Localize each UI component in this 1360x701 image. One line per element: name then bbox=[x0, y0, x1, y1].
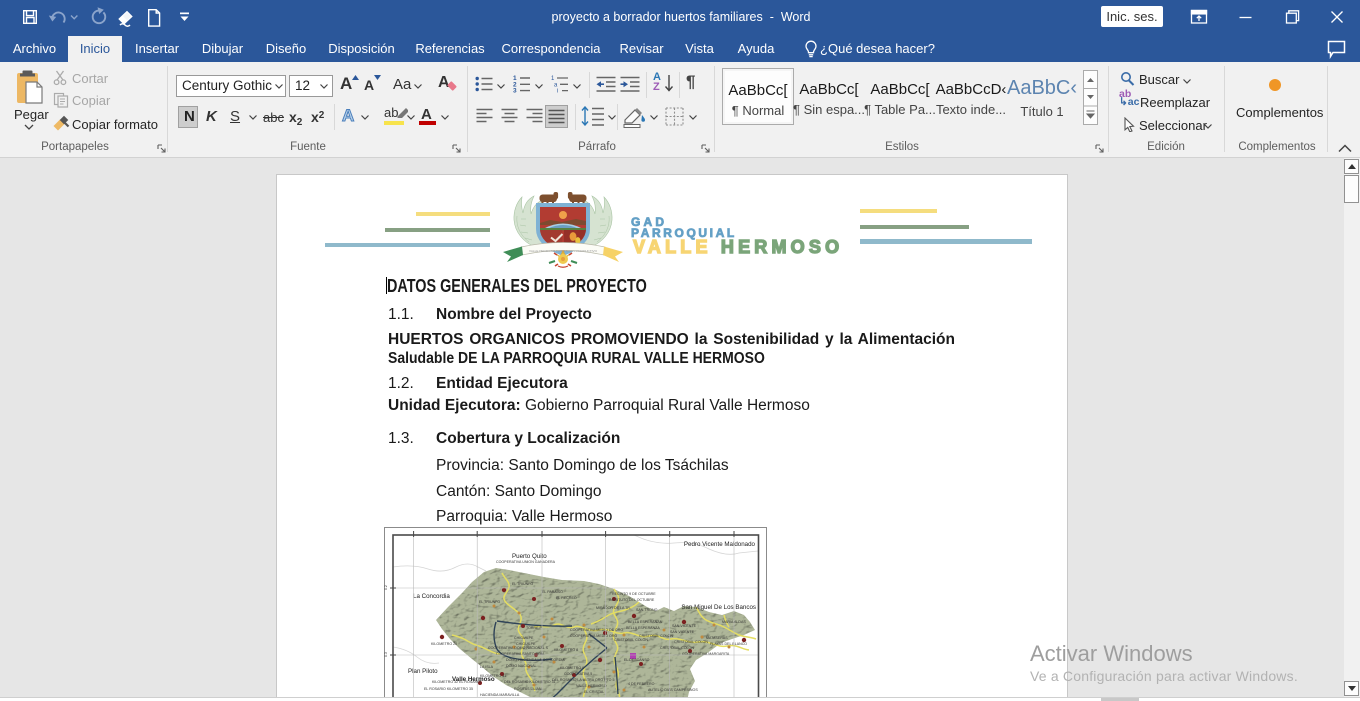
svg-text:Pedro Vicente Maldonado: Pedro Vicente Maldonado bbox=[684, 541, 756, 548]
svg-text:PLAYAS DEL BLANCO: PLAYAS DEL BLANCO bbox=[710, 642, 747, 646]
svg-text:CRISTOBAL COLON: CRISTOBAL COLON bbox=[674, 640, 708, 644]
svg-text:COOPERATIVA 5: COOPERATIVA 5 bbox=[564, 672, 592, 676]
svg-text:DEL ROSARIO KILOMETRO 31: DEL ROSARIO KILOMETRO 31 bbox=[504, 680, 556, 684]
svg-text:CRISTOBAL COLON: CRISTOBAL COLON bbox=[614, 638, 648, 642]
svg-text:CRISTOBAL COLON: CRISTOBAL COLON bbox=[639, 634, 673, 638]
svg-text:TORRE P.: TORRE P. bbox=[526, 626, 543, 630]
svg-text:COOPERATIVA SANTO DOM.: COOPERATIVA SANTO DOM. bbox=[496, 652, 545, 656]
svg-text:i: i bbox=[557, 89, 558, 93]
svg-text:INSTITUTO DEL OCTUBRE: INSTITUTO DEL OCTUBRE bbox=[609, 598, 655, 602]
svg-text:VALLE HERMOSO: VALLE HERMOSO bbox=[576, 684, 607, 688]
svg-text:ROSITAS LILIAN: ROSITAS LILIAN bbox=[514, 687, 542, 691]
svg-text:EL TRIUNFO: EL TRIUNFO bbox=[479, 600, 500, 604]
svg-text:DEL ROSARIO LA ULTRA ORO PTO 5: DEL ROSARIO LA ULTRA ORO PTO 5 bbox=[552, 678, 614, 682]
svg-text:1: 1 bbox=[551, 76, 555, 82]
svg-text:COOPERATIVA UNION GANADERA: COOPERATIVA UNION GANADERA bbox=[496, 560, 556, 564]
svg-text:SAN VICENTE: SAN VICENTE bbox=[672, 624, 697, 628]
svg-text:BELLA ESPERANZA: BELLA ESPERANZA bbox=[628, 620, 662, 624]
svg-text:MATASERAS: MATASERAS bbox=[706, 636, 728, 640]
svg-text:KILOMETRO 9: KILOMETRO 9 bbox=[560, 666, 584, 670]
svg-text:0.3: 0.3 bbox=[384, 652, 388, 657]
svg-text:EL PARAISO: EL PARAISO bbox=[542, 590, 563, 594]
svg-text:3: 3 bbox=[513, 88, 517, 93]
svg-text:MIRADOR DE LA TR.: MIRADOR DE LA TR. bbox=[596, 606, 631, 610]
svg-text:0.2: 0.2 bbox=[384, 585, 388, 590]
svg-text:SAN VICENTE: SAN VICENTE bbox=[670, 630, 695, 634]
svg-text:SAN.TRONO: SAN.TRONO bbox=[636, 608, 658, 612]
svg-text:COOPERATIVA DOMO NACIONAL S: COOPERATIVA DOMO NACIONAL S bbox=[488, 646, 549, 650]
svg-text:San Miguel De Los Bancos: San Miguel De Los Bancos bbox=[681, 604, 756, 611]
svg-text:a: a bbox=[554, 82, 558, 88]
svg-text:RECINTO 9 DE OCTUBRE: RECINTO 9 DE OCTUBRE bbox=[612, 592, 656, 596]
svg-text:Plan Piloto: Plan Piloto bbox=[408, 668, 438, 675]
svg-text:EL CRISTAL: EL CRISTAL bbox=[584, 690, 604, 694]
svg-text:La Concordia: La Concordia bbox=[413, 593, 450, 600]
svg-text:AUTELIO DIAS CAMPESINOS: AUTELIO DIAS CAMPESINOS bbox=[648, 688, 698, 692]
svg-text:EL TRIUNFO: EL TRIUNFO bbox=[512, 582, 533, 586]
svg-text:KILOMETRO 8: KILOMETRO 8 bbox=[554, 648, 578, 652]
svg-text:KILOMETRO 26: KILOMETRO 26 bbox=[431, 642, 457, 646]
svg-text:4 DE FEBRERO: 4 DE FEBRERO bbox=[628, 682, 655, 686]
svg-text:EL RECREO: EL RECREO bbox=[556, 596, 577, 600]
svg-text:COOPERATIVA MEDIO ORO: COOPERATIVA MEDIO ORO bbox=[570, 634, 617, 638]
svg-text:Valle Hermoso: Valle Hermoso bbox=[452, 676, 495, 683]
svg-text:EL ROSARIO KILOMETRO 35: EL ROSARIO KILOMETRO 35 bbox=[424, 687, 473, 691]
svg-text:CHIGUILPE: CHIGUILPE bbox=[514, 636, 534, 640]
svg-text:EL DESCANSO: EL DESCANSO bbox=[624, 658, 650, 662]
svg-text:COOPERATIVA MARGARITA: COOPERATIVA MARGARITA bbox=[682, 652, 730, 656]
svg-text:LA ISLA: LA ISLA bbox=[480, 665, 494, 669]
svg-text:DOMO NACIONAL: DOMO NACIONAL bbox=[506, 664, 537, 668]
svg-text:DOMO HACIENDA LA CONCORDIA: DOMO HACIENDA LA CONCORDIA bbox=[506, 658, 565, 662]
svg-text:COOPERATIVA MEDIO DE ORO: COOPERATIVA MEDIO DE ORO bbox=[570, 628, 623, 632]
svg-text:BELLA ESPERANZA: BELLA ESPERANZA bbox=[626, 626, 660, 630]
svg-text:CRISTOBAL COLON: CRISTOBAL COLON bbox=[660, 646, 694, 650]
